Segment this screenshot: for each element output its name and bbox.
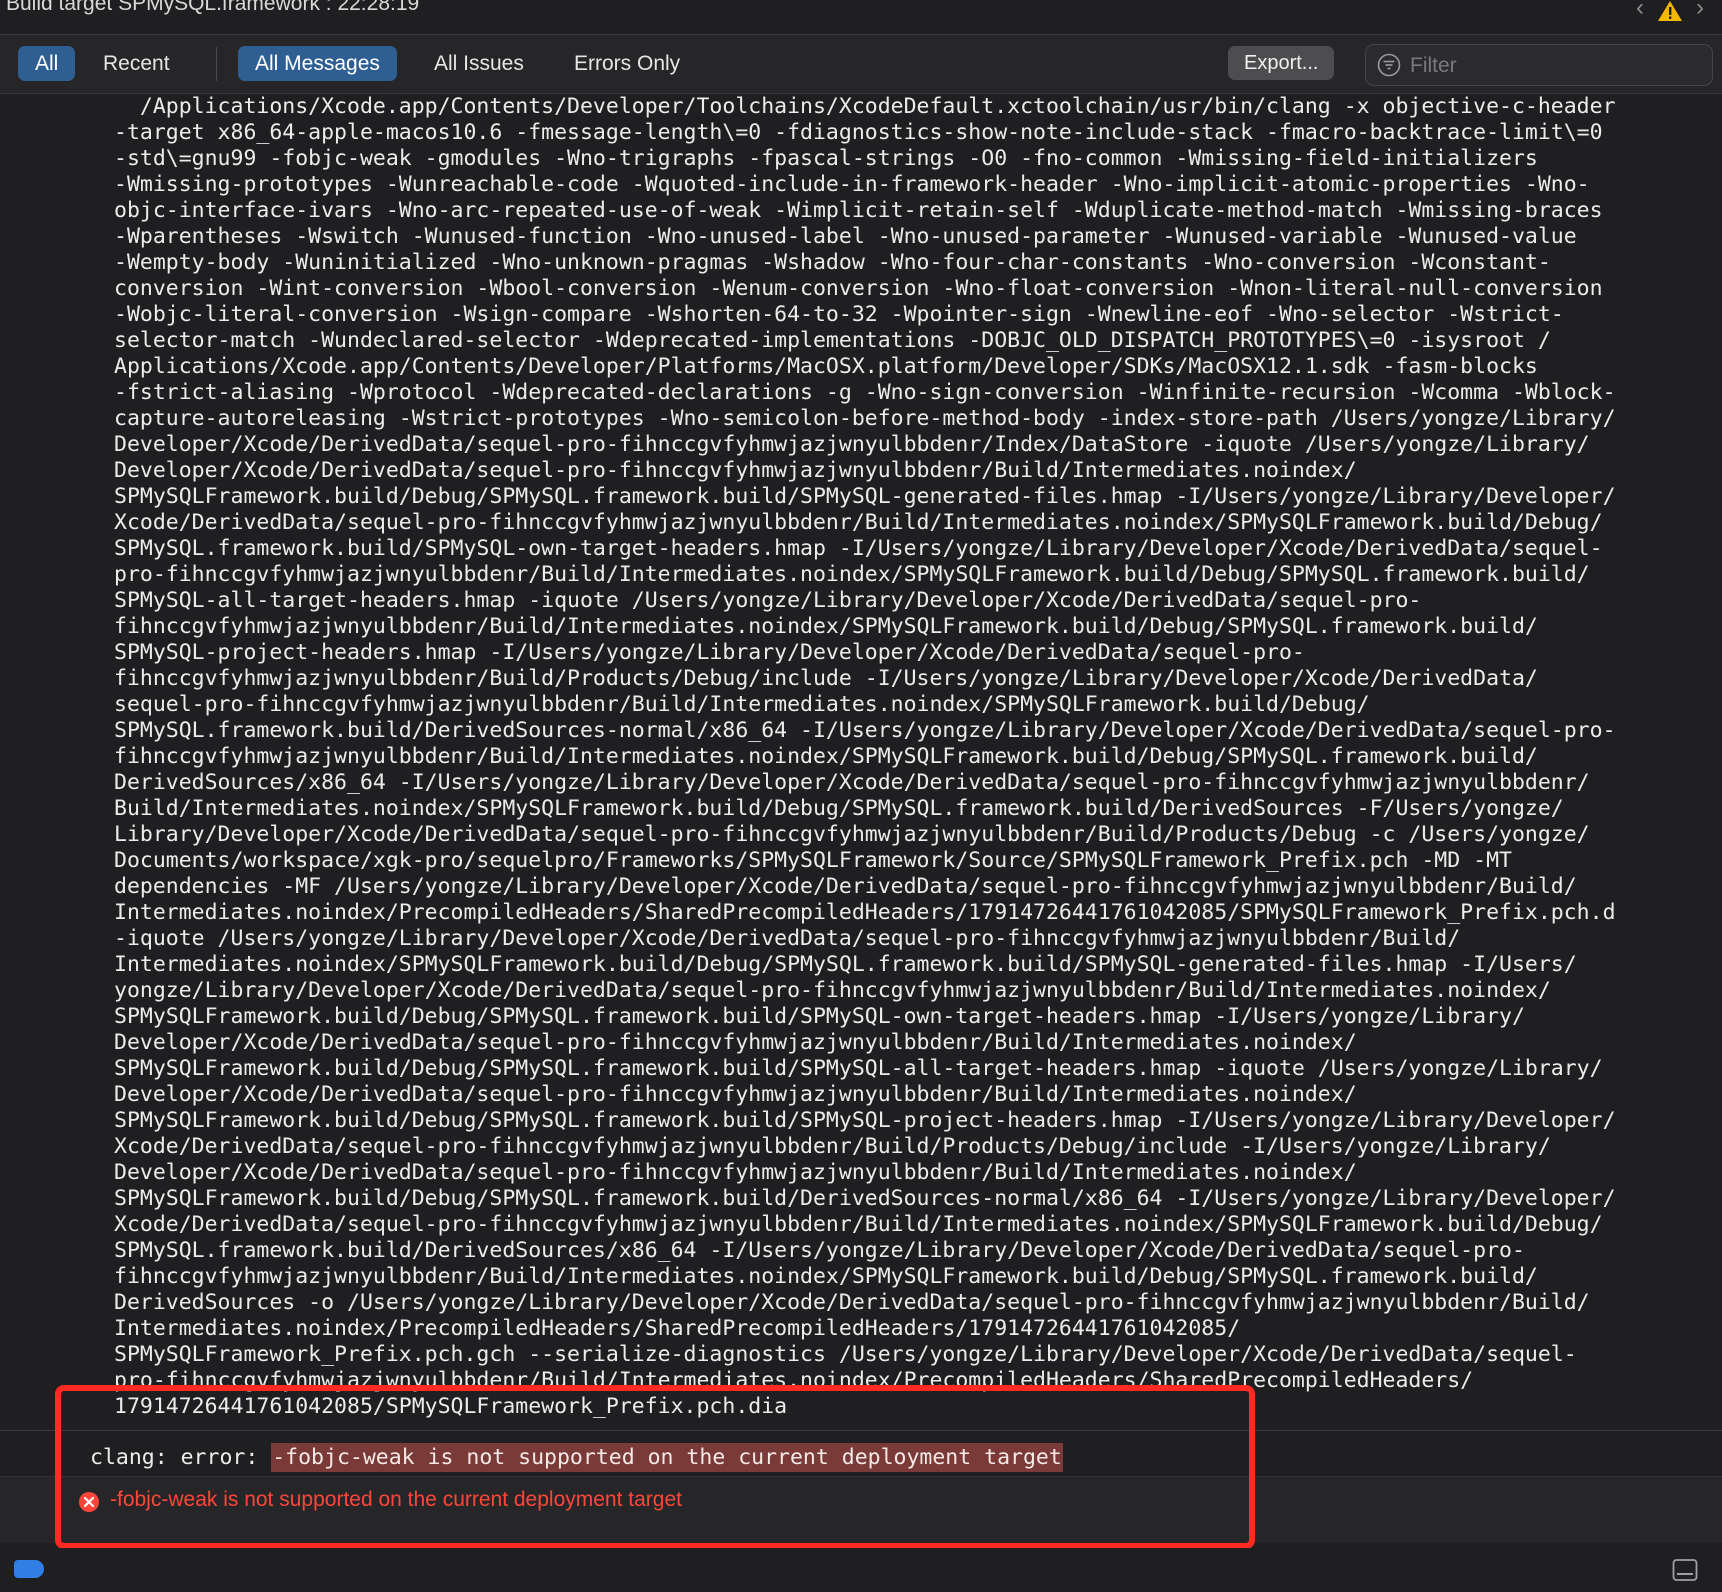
filter-icon: [1377, 53, 1401, 77]
log-line: pro-fihnccgvfyhmwjazjwnyulbbdenr/Build/I…: [114, 562, 1590, 587]
filter-toggle-icon[interactable]: [14, 1560, 44, 1578]
all-messages-button[interactable]: All Messages: [238, 46, 397, 81]
log-line: Developer/Xcode/DerivedData/sequel-pro-f…: [114, 432, 1590, 457]
log-line: -target x86_64-apple-macos10.6 -fmessage…: [114, 120, 1603, 145]
filter-input[interactable]: [1408, 50, 1702, 82]
log-line: SPMySQLFramework.build/Debug/SPMySQL.fra…: [114, 1056, 1603, 1081]
log-line: Documents/workspace/xgk-pro/sequelpro/Fr…: [114, 848, 1512, 873]
log-line: SPMySQLFramework.build/Debug/SPMySQL.fra…: [114, 1004, 1525, 1029]
log-line: yongze/Library/Developer/Xcode/DerivedDa…: [114, 978, 1551, 1003]
log-line: capture-autoreleasing -Wstrict-prototype…: [114, 406, 1616, 431]
build-title: Build target SPMySQL.framework : 22:28:1…: [6, 0, 420, 15]
log-line: Build/Intermediates.noindex/SPMySQLFrame…: [114, 796, 1564, 821]
scope-recent-button[interactable]: Recent: [86, 46, 187, 81]
chevron-right-icon[interactable]: ›: [1690, 0, 1710, 20]
log-line: dependencies -MF /Users/yongze/Library/D…: [114, 874, 1577, 899]
log-line: SPMySQLFramework.build/Debug/SPMySQL.fra…: [114, 484, 1616, 509]
export-button[interactable]: Export...: [1228, 46, 1335, 80]
log-line: SPMySQL.framework.build/DerivedSources-n…: [114, 718, 1616, 743]
log-line: Developer/Xcode/DerivedData/sequel-pro-f…: [114, 1030, 1357, 1055]
warning-icon[interactable]: [1657, 0, 1683, 22]
all-issues-button[interactable]: All Issues: [417, 46, 541, 81]
log-line: SPMySQLFramework.build/Debug/SPMySQL.fra…: [114, 1108, 1616, 1133]
log-line: sequel-pro-fihnccgvfyhmwjazjwnyulbbdenr/…: [114, 692, 1370, 717]
log-line: /Applications/Xcode.app/Contents/Develop…: [114, 94, 1616, 119]
filter-field[interactable]: [1365, 44, 1713, 86]
log-line: fihnccgvfyhmwjazjwnyulbbdenr/Build/Produ…: [114, 666, 1538, 691]
log-line: -iquote /Users/yongze/Library/Developer/…: [114, 926, 1461, 951]
log-line: -Wmissing-prototypes -Wunreachable-code …: [114, 172, 1590, 197]
bottom-bar: [0, 1548, 1722, 1592]
scope-all-button[interactable]: All: [18, 46, 76, 81]
log-line: SPMySQL-project-headers.hmap -I/Users/yo…: [114, 640, 1305, 665]
errors-only-button[interactable]: Errors Only: [557, 46, 697, 81]
log-line: SPMySQL-all-target-headers.hmap -iquote …: [114, 588, 1422, 613]
log-line: DerivedSources -o /Users/yongze/Library/…: [114, 1290, 1590, 1315]
log-line: fihnccgvfyhmwjazjwnyulbbdenr/Build/Inter…: [114, 744, 1538, 769]
build-log[interactable]: /Applications/Xcode.app/Contents/Develop…: [0, 94, 1722, 1430]
log-line: Applications/Xcode.app/Contents/Develope…: [114, 354, 1538, 379]
log-line: Intermediates.noindex/SPMySQLFramework.b…: [114, 952, 1577, 977]
log-line: -Wobjc-literal-conversion -Wsign-compare…: [114, 302, 1564, 327]
log-line: Developer/Xcode/DerivedData/sequel-pro-f…: [114, 458, 1357, 483]
log-line: Developer/Xcode/DerivedData/sequel-pro-f…: [114, 1082, 1357, 1107]
log-toolbar: All Recent All Messages All Issues Error…: [0, 35, 1722, 94]
log-line: fihnccgvfyhmwjazjwnyulbbdenr/Build/Inter…: [114, 1264, 1538, 1289]
log-line: SPMySQLFramework_Prefix.pch.gch --serial…: [114, 1342, 1577, 1367]
log-line: -fstrict-aliasing -Wprotocol -Wdeprecate…: [114, 380, 1616, 405]
log-line: fihnccgvfyhmwjazjwnyulbbdenr/Build/Inter…: [114, 614, 1538, 639]
log-line: selector-match -Wundeclared-selector -Wd…: [114, 328, 1551, 353]
log-line: Xcode/DerivedData/sequel-pro-fihnccgvfyh…: [114, 1134, 1551, 1159]
log-line: objc-interface-ivars -Wno-arc-repeated-u…: [114, 198, 1603, 223]
log-line: SPMySQL.framework.build/SPMySQL-own-targ…: [114, 536, 1603, 561]
title-bar: Build target SPMySQL.framework : 22:28:1…: [0, 0, 1722, 35]
log-line: -Wparentheses -Wswitch -Wunused-function…: [114, 224, 1577, 249]
log-line: Intermediates.noindex/PrecompiledHeaders…: [114, 1316, 1241, 1341]
log-line: -std\=gnu99 -fobjc-weak -gmodules -Wno-t…: [114, 146, 1538, 171]
toolbar-divider: [216, 47, 217, 81]
log-line: Xcode/DerivedData/sequel-pro-fihnccgvfyh…: [114, 1212, 1603, 1237]
log-line: Intermediates.noindex/PrecompiledHeaders…: [114, 900, 1616, 925]
log-line: Xcode/DerivedData/sequel-pro-fihnccgvfyh…: [114, 510, 1603, 535]
log-line: Library/Developer/Xcode/DerivedData/sequ…: [114, 822, 1590, 847]
panel-toggle-icon[interactable]: [1672, 1558, 1698, 1582]
log-line: Developer/Xcode/DerivedData/sequel-pro-f…: [114, 1160, 1357, 1185]
log-line: SPMySQL.framework.build/DerivedSources/x…: [114, 1238, 1525, 1263]
chevron-left-icon[interactable]: ‹: [1630, 0, 1650, 20]
annotation-highlight-box: [55, 1385, 1255, 1549]
log-line: DerivedSources/x86_64 -I/Users/yongze/Li…: [114, 770, 1590, 795]
log-line: -Wempty-body -Wuninitialized -Wno-unknow…: [114, 250, 1551, 275]
log-line: conversion -Wint-conversion -Wbool-conve…: [114, 276, 1603, 301]
log-command-text: /Applications/Xcode.app/Contents/Develop…: [114, 94, 1714, 1420]
log-line: SPMySQLFramework.build/Debug/SPMySQL.fra…: [114, 1186, 1616, 1211]
